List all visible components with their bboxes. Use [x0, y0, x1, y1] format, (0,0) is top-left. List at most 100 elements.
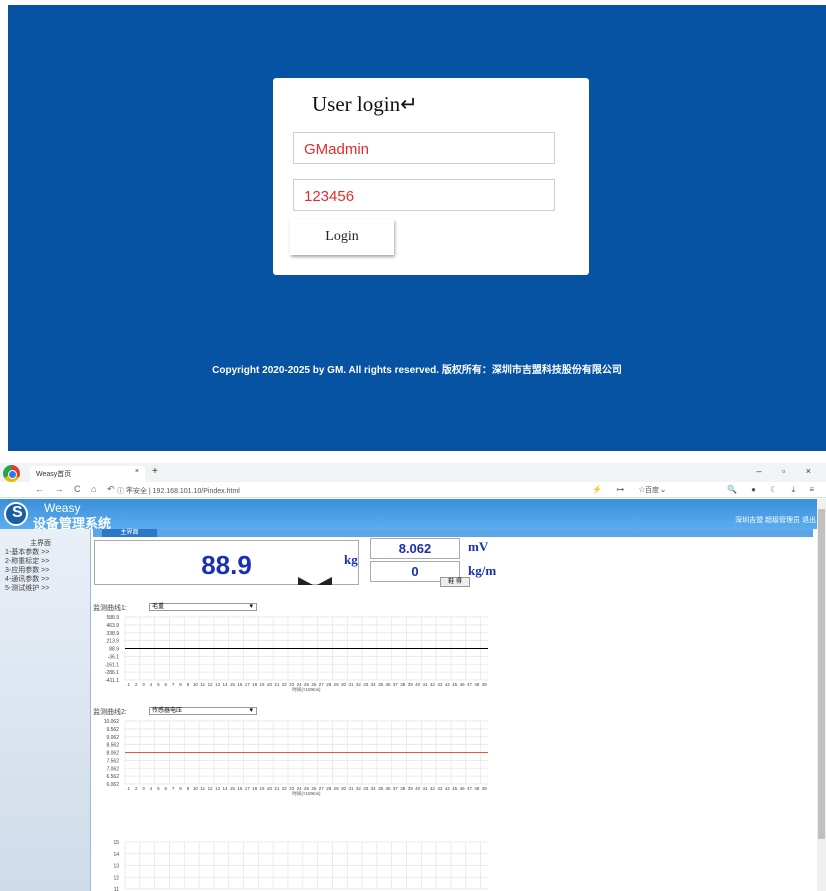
x-tick-label: 22	[282, 682, 288, 687]
x-tick-label: 15	[230, 786, 236, 791]
sidebar-item-application[interactable]: 3-应用参数 >>	[0, 566, 90, 575]
x-tick-label: 36	[385, 682, 391, 687]
close-tab-icon[interactable]: ×	[135, 468, 139, 475]
y-tick-label: 8.562	[106, 743, 119, 749]
y-tick-label: 14	[113, 852, 119, 858]
scrollbar[interactable]	[817, 499, 826, 891]
url-field[interactable]: ⓘ 不安全 | 192.168.101.10/Pindex.html	[117, 486, 240, 496]
x-tick-label: 14	[223, 682, 229, 687]
x-tick-label: 4	[150, 786, 153, 791]
chart1-label: 监测曲线1:	[93, 605, 127, 612]
x-tick-label: 42	[430, 786, 436, 791]
tab-title: Weasy首页	[36, 471, 72, 478]
y-tick-label: 463.9	[106, 623, 119, 629]
chrome-logo-icon	[3, 465, 20, 482]
sidebar-item-calibration[interactable]: 2-称重标定 >>	[0, 557, 90, 566]
x-tick-label: 5	[157, 786, 160, 791]
stability-indicator-icon	[298, 577, 332, 585]
x-tick-label: 41	[423, 682, 429, 687]
x-tick-label: 5	[157, 682, 160, 687]
x-tick-label: 10	[193, 786, 199, 791]
sidebar-item-main[interactable]: 主界面	[0, 539, 90, 548]
main-panel: 主界面 88.9 kg 8.062 mV 0 kg/m 鞋 得 监测曲线1: 毛…	[93, 529, 813, 891]
scroll-thumb[interactable]	[818, 509, 825, 839]
x-tick-label: 38	[400, 786, 406, 791]
x-tick-label: 1	[127, 682, 130, 687]
y-tick-label: 213.9	[106, 639, 119, 645]
x-tick-label: 14	[223, 786, 229, 791]
x-tick-label: 30	[341, 786, 347, 791]
x-tick-label: 2	[135, 786, 138, 791]
x-tick-label: 43	[437, 682, 443, 687]
address-bar: ← → C ⌂ ↶ ☆ ⓘ 不安全 | 192.168.101.10/Pinde…	[0, 482, 826, 498]
x-tick-label: 12	[208, 682, 214, 687]
x-tick-label: 39	[408, 682, 414, 687]
x-tick-label: 46	[460, 786, 466, 791]
mv-unit: mV	[468, 539, 489, 554]
chart-third: 15 14 13 12 11	[113, 840, 488, 891]
x-tick-label: 13	[215, 682, 221, 687]
window-controls[interactable]: – ▫ ×	[757, 466, 820, 476]
x-tick-label: 36	[385, 786, 391, 791]
chart1-select[interactable]: 毛重	[149, 603, 257, 611]
y-tick-label: 7.062	[106, 766, 119, 772]
x-tick-label: 32	[356, 682, 362, 687]
x-tick-label: 47	[467, 786, 473, 791]
x-tick-label: 8	[179, 682, 182, 687]
chart2-select[interactable]: 传感器电压	[149, 707, 257, 715]
x-tick-label: 19	[260, 682, 266, 687]
login-screen: User login↵ GMadmin 123456 Login Copyrig…	[8, 5, 826, 451]
login-button[interactable]: Login	[290, 219, 394, 255]
sidebar: 主界面 1-基本参数 >> 2-称重标定 >> 3-应用参数 >> 4-通讯参数…	[0, 529, 91, 891]
browser-tab[interactable]: Weasy首页 ×	[30, 466, 145, 482]
y-tick-label: 12	[113, 875, 119, 881]
x-tick-label: 40	[415, 786, 421, 791]
x-tick-label: 10	[193, 682, 199, 687]
x-tick-label: 30	[341, 682, 347, 687]
x-tick-label: 37	[393, 786, 399, 791]
password-field[interactable]: 123456	[293, 179, 555, 211]
weight-unit: kg	[344, 552, 358, 567]
x-tick-label: 1	[127, 786, 130, 791]
x-tick-label: 17	[245, 786, 251, 791]
x-tick-label: 6	[164, 682, 167, 687]
username-field[interactable]: GMadmin	[293, 132, 555, 164]
copyright-text: Copyright 2020-2025 by GM. All rights re…	[212, 365, 622, 376]
x-tick-label: 41	[423, 786, 429, 791]
x-tick-label: 9	[187, 786, 190, 791]
x-tick-label: 42	[430, 682, 436, 687]
x-tick-label: 20	[267, 682, 273, 687]
new-tab-icon[interactable]: +	[152, 466, 158, 477]
x-tick-label: 18	[252, 786, 258, 791]
tare-button[interactable]: 鞋 得	[440, 577, 470, 587]
x-tick-label: 21	[274, 786, 280, 791]
logo-icon	[4, 502, 28, 526]
x-tick-label: 44	[445, 786, 451, 791]
sidebar-item-communication[interactable]: 4-通讯参数 >>	[0, 575, 90, 584]
toolbar-icons[interactable]: 🔍 ● ☾ ⤓ ≡	[727, 485, 820, 495]
y-tick-label: 10.062	[104, 719, 120, 725]
y-tick-label: 13	[113, 864, 119, 870]
x-tick-label: 20	[267, 786, 273, 791]
sidebar-item-maintenance[interactable]: 5-测试维护 >>	[0, 584, 90, 593]
x-tick-label: 4	[150, 682, 153, 687]
x-tick-label: 29	[334, 682, 340, 687]
x-tick-label: 16	[237, 786, 243, 791]
sidebar-item-basic[interactable]: 1-基本参数 >>	[0, 548, 90, 557]
x-tick-label: 29	[334, 786, 340, 791]
header-user-links[interactable]: 深圳吉盟 超级管理员 退出	[735, 515, 816, 525]
x-tick-label: 38	[400, 682, 406, 687]
login-title: User login↵	[312, 92, 418, 116]
x-tick-label: 9	[187, 682, 190, 687]
y-tick-label: 15	[113, 840, 119, 846]
x-tick-label: 8	[179, 786, 182, 791]
tab-main[interactable]: 主界面	[102, 529, 157, 537]
x-tick-label: 28	[326, 682, 332, 687]
x-tick-label: 12	[208, 786, 214, 791]
x-tick-label: 46	[460, 682, 466, 687]
y-tick-label: -36.1	[108, 654, 120, 660]
x-tick-label: 13	[215, 786, 221, 791]
login-card: User login↵ GMadmin 123456 Login	[273, 78, 589, 275]
tab-strip: 主界面	[93, 529, 813, 537]
x-tick-label: 16	[237, 682, 243, 687]
